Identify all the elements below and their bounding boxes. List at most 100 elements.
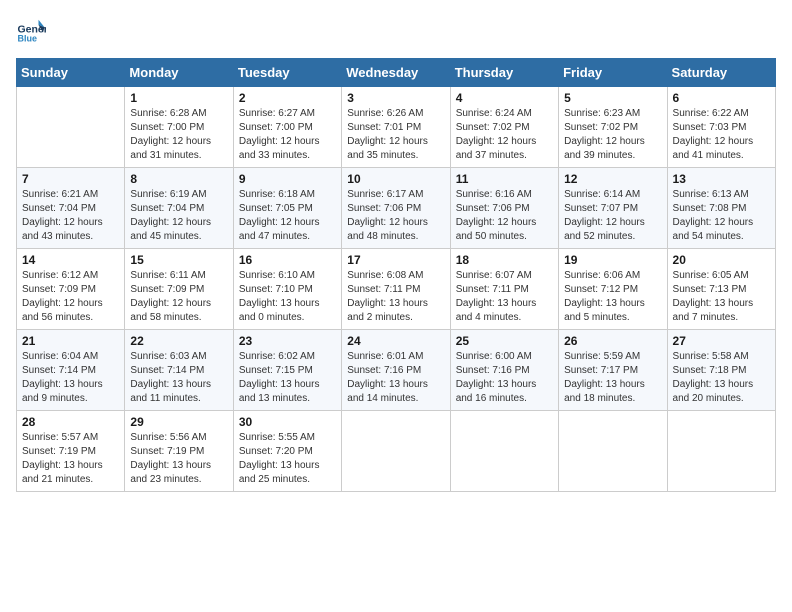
day-info: Sunrise: 6:21 AM Sunset: 7:04 PM Dayligh… <box>22 188 119 244</box>
day-info: Sunrise: 6:12 AM Sunset: 7:09 PM Dayligh… <box>22 269 119 325</box>
calendar-cell: 11 Sunrise: 6:16 AM Sunset: 7:06 PM Dayli… <box>450 168 558 249</box>
day-number: 17 <box>347 253 444 267</box>
header-cell-wednesday: Wednesday <box>342 59 450 87</box>
day-number: 22 <box>130 334 227 348</box>
week-row: 28Sunrise: 5:57 AM Sunset: 7:19 PM Dayli… <box>17 411 776 492</box>
day-info: Sunrise: 6:00 AM Sunset: 7:16 PM Dayligh… <box>456 350 553 406</box>
day-number: 12 <box>564 172 661 186</box>
calendar-cell: 21 Sunrise: 6:04 AM Sunset: 7:14 PM Dayli… <box>17 330 125 411</box>
day-number: 11 <box>456 172 553 186</box>
calendar-cell: 29 Sunrise: 5:56 AM Sunset: 7:19 PM Dayli… <box>125 411 233 492</box>
day-info: Sunrise: 6:24 AM Sunset: 7:02 PM Dayligh… <box>456 107 553 163</box>
header-cell-sunday: Sunday <box>17 59 125 87</box>
week-row: 7 Sunrise: 6:21 AM Sunset: 7:04 PM Daylig… <box>17 168 776 249</box>
day-info: Sunrise: 6:10 AM Sunset: 7:10 PM Dayligh… <box>239 269 336 325</box>
day-number: 19 <box>564 253 661 267</box>
header-cell-saturday: Saturday <box>667 59 775 87</box>
calendar-cell: 30Sunrise: 5:55 AM Sunset: 7:20 PM Dayli… <box>233 411 341 492</box>
calendar-cell: 23Sunrise: 6:02 AM Sunset: 7:15 PM Dayli… <box>233 330 341 411</box>
day-info: Sunrise: 6:23 AM Sunset: 7:02 PM Dayligh… <box>564 107 661 163</box>
day-info: Sunrise: 6:06 AM Sunset: 7:12 PM Dayligh… <box>564 269 661 325</box>
day-info: Sunrise: 5:58 AM Sunset: 7:18 PM Dayligh… <box>673 350 770 406</box>
calendar-cell: 27 Sunrise: 5:58 AM Sunset: 7:18 PM Dayli… <box>667 330 775 411</box>
header-cell-tuesday: Tuesday <box>233 59 341 87</box>
calendar-header: SundayMondayTuesdayWednesdayThursdayFrid… <box>17 59 776 87</box>
page-header: General Blue <box>16 16 776 46</box>
week-row: 14 Sunrise: 6:12 AM Sunset: 7:09 PM Dayli… <box>17 249 776 330</box>
calendar-cell: 17 Sunrise: 6:08 AM Sunset: 7:11 PM Dayli… <box>342 249 450 330</box>
calendar-cell: 14 Sunrise: 6:12 AM Sunset: 7:09 PM Dayli… <box>17 249 125 330</box>
header-row: SundayMondayTuesdayWednesdayThursdayFrid… <box>17 59 776 87</box>
calendar-cell: 4 Sunrise: 6:24 AM Sunset: 7:02 PM Daylig… <box>450 87 558 168</box>
calendar-cell <box>450 411 558 492</box>
day-info: Sunrise: 6:19 AM Sunset: 7:04 PM Dayligh… <box>130 188 227 244</box>
calendar-cell: 6Sunrise: 6:22 AM Sunset: 7:03 PM Daylig… <box>667 87 775 168</box>
day-number: 25 <box>456 334 553 348</box>
calendar-cell <box>667 411 775 492</box>
calendar-cell: 18 Sunrise: 6:07 AM Sunset: 7:11 PM Dayli… <box>450 249 558 330</box>
week-row: 1Sunrise: 6:28 AM Sunset: 7:00 PM Daylig… <box>17 87 776 168</box>
day-info: Sunrise: 6:13 AM Sunset: 7:08 PM Dayligh… <box>673 188 770 244</box>
day-info: Sunrise: 6:18 AM Sunset: 7:05 PM Dayligh… <box>239 188 336 244</box>
calendar-cell: 8 Sunrise: 6:19 AM Sunset: 7:04 PM Daylig… <box>125 168 233 249</box>
day-number: 13 <box>673 172 770 186</box>
day-info: Sunrise: 6:14 AM Sunset: 7:07 PM Dayligh… <box>564 188 661 244</box>
day-info: Sunrise: 6:03 AM Sunset: 7:14 PM Dayligh… <box>130 350 227 406</box>
calendar-cell: 13 Sunrise: 6:13 AM Sunset: 7:08 PM Dayli… <box>667 168 775 249</box>
day-info: Sunrise: 6:16 AM Sunset: 7:06 PM Dayligh… <box>456 188 553 244</box>
day-number: 14 <box>22 253 119 267</box>
day-number: 28 <box>22 415 119 429</box>
logo: General Blue <box>16 16 52 46</box>
calendar-cell: 3 Sunrise: 6:26 AM Sunset: 7:01 PM Daylig… <box>342 87 450 168</box>
day-info: Sunrise: 6:11 AM Sunset: 7:09 PM Dayligh… <box>130 269 227 325</box>
day-info: Sunrise: 6:27 AM Sunset: 7:00 PM Dayligh… <box>239 107 336 163</box>
calendar-cell: 15 Sunrise: 6:11 AM Sunset: 7:09 PM Dayli… <box>125 249 233 330</box>
day-number: 27 <box>673 334 770 348</box>
day-info: Sunrise: 6:04 AM Sunset: 7:14 PM Dayligh… <box>22 350 119 406</box>
day-number: 26 <box>564 334 661 348</box>
day-info: Sunrise: 6:02 AM Sunset: 7:15 PM Dayligh… <box>239 350 336 406</box>
day-number: 8 <box>130 172 227 186</box>
day-info: Sunrise: 6:08 AM Sunset: 7:11 PM Dayligh… <box>347 269 444 325</box>
calendar-cell: 1Sunrise: 6:28 AM Sunset: 7:00 PM Daylig… <box>125 87 233 168</box>
svg-text:Blue: Blue <box>18 34 38 44</box>
calendar-cell: 7 Sunrise: 6:21 AM Sunset: 7:04 PM Daylig… <box>17 168 125 249</box>
calendar-cell: 20Sunrise: 6:05 AM Sunset: 7:13 PM Dayli… <box>667 249 775 330</box>
day-number: 30 <box>239 415 336 429</box>
calendar-body: 1Sunrise: 6:28 AM Sunset: 7:00 PM Daylig… <box>17 87 776 492</box>
day-number: 5 <box>564 91 661 105</box>
day-number: 4 <box>456 91 553 105</box>
calendar-table: SundayMondayTuesdayWednesdayThursdayFrid… <box>16 58 776 492</box>
calendar-cell: 9 Sunrise: 6:18 AM Sunset: 7:05 PM Daylig… <box>233 168 341 249</box>
day-info: Sunrise: 6:26 AM Sunset: 7:01 PM Dayligh… <box>347 107 444 163</box>
calendar-cell <box>559 411 667 492</box>
calendar-cell: 10 Sunrise: 6:17 AM Sunset: 7:06 PM Dayli… <box>342 168 450 249</box>
header-cell-monday: Monday <box>125 59 233 87</box>
day-number: 3 <box>347 91 444 105</box>
day-number: 6 <box>673 91 770 105</box>
day-number: 29 <box>130 415 227 429</box>
day-number: 7 <box>22 172 119 186</box>
day-number: 24 <box>347 334 444 348</box>
calendar-cell: 24 Sunrise: 6:01 AM Sunset: 7:16 PM Dayli… <box>342 330 450 411</box>
calendar-cell: 25 Sunrise: 6:00 AM Sunset: 7:16 PM Dayli… <box>450 330 558 411</box>
day-number: 20 <box>673 253 770 267</box>
day-info: Sunrise: 5:59 AM Sunset: 7:17 PM Dayligh… <box>564 350 661 406</box>
day-number: 9 <box>239 172 336 186</box>
logo-icon: General Blue <box>16 16 46 46</box>
header-cell-thursday: Thursday <box>450 59 558 87</box>
day-info: Sunrise: 6:01 AM Sunset: 7:16 PM Dayligh… <box>347 350 444 406</box>
day-info: Sunrise: 5:56 AM Sunset: 7:19 PM Dayligh… <box>130 431 227 487</box>
day-info: Sunrise: 6:07 AM Sunset: 7:11 PM Dayligh… <box>456 269 553 325</box>
calendar-cell <box>342 411 450 492</box>
calendar-cell: 2Sunrise: 6:27 AM Sunset: 7:00 PM Daylig… <box>233 87 341 168</box>
day-info: Sunrise: 6:28 AM Sunset: 7:00 PM Dayligh… <box>130 107 227 163</box>
calendar-cell: 19 Sunrise: 6:06 AM Sunset: 7:12 PM Dayli… <box>559 249 667 330</box>
day-number: 15 <box>130 253 227 267</box>
day-info: Sunrise: 6:17 AM Sunset: 7:06 PM Dayligh… <box>347 188 444 244</box>
day-number: 10 <box>347 172 444 186</box>
day-number: 16 <box>239 253 336 267</box>
calendar-cell: 5 Sunrise: 6:23 AM Sunset: 7:02 PM Daylig… <box>559 87 667 168</box>
day-number: 21 <box>22 334 119 348</box>
day-number: 18 <box>456 253 553 267</box>
